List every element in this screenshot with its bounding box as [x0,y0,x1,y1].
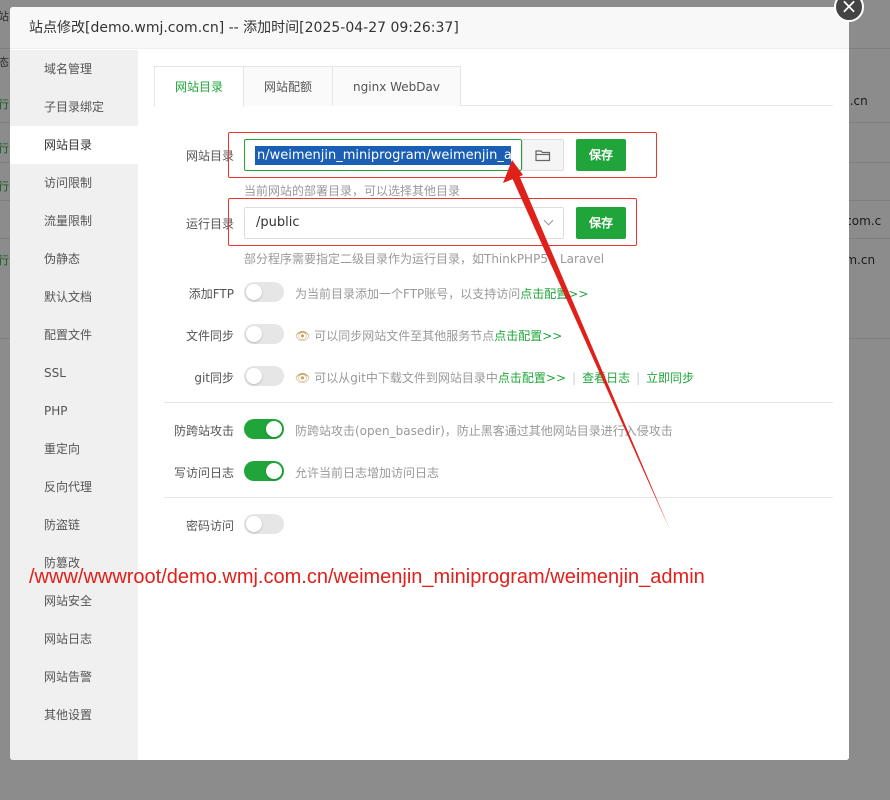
modal-content: 网站目录 网站配额 nginx WebDav 网站目录 n/weimenjin_… [138,50,849,760]
sidebar-item[interactable]: 子目录绑定 [10,88,138,126]
highlight-box-site-dir [228,132,657,178]
sidebar-item[interactable]: 重定向 [10,430,138,468]
site-dir-label: 网站目录 [185,149,234,163]
sidebar-item[interactable]: 域名管理 [10,50,138,88]
git-sync-config-link[interactable]: 点击配置>> [498,371,566,385]
git-sync-label: git同步 [194,371,234,385]
file-sync-label: 文件同步 [185,329,234,343]
run-dir-label: 运行目录 [185,217,234,231]
section-divider [164,402,833,403]
file-sync-config-link[interactable]: 点击配置>> [494,329,562,343]
sidebar-item[interactable]: 其他设置 [10,696,138,734]
access-log-toggle[interactable] [244,461,284,481]
anti-xss-description: 防跨站攻击(open_basedir)，防止黑客通过其他网站目录进行入侵攻击 [295,424,673,438]
highlight-box-run-dir [228,198,637,246]
sidebar-item[interactable]: 网站目录 [10,126,138,164]
sidebar-item[interactable]: PHP [10,392,138,430]
sidebar-item[interactable]: 默认文档 [10,278,138,316]
ftp-toggle[interactable] [244,282,284,302]
sidebar-item[interactable]: 反向代理 [10,468,138,506]
ftp-label: 添加FTP [188,287,234,301]
tab-site-quota[interactable]: 网站配额 [243,66,334,106]
run-dir-hint: 部分程序需要指定二级目录作为运行目录，如ThinkPHP5，Laravel [244,252,605,266]
modal-title: 站点修改[demo.wmj.com.cn] -- 添加时间[2025-04-27… [10,7,849,49]
ftp-config-link[interactable]: 点击配置>> [520,287,588,301]
sidebar-item[interactable]: 伪静态 [10,240,138,278]
password-access-label: 密码访问 [185,519,234,533]
site-edit-modal: 站点修改[demo.wmj.com.cn] -- 添加时间[2025-04-27… [10,7,849,760]
tab-nginx-webdav[interactable]: nginx WebDav [332,66,461,106]
ftp-description: 为当前目录添加一个FTP账号，以支持访问点击配置>> [295,285,588,302]
site-dir-hint: 当前网站的部署目录，可以选择其他目录 [244,184,461,198]
tab-bar: 网站目录 网站配额 nginx WebDav [154,66,833,107]
modal-sidebar: 域名管理 子目录绑定 网站目录 访问限制 流量限制 伪静态 默认文档 配置文件 SSL PHP 重定… [10,50,138,760]
tab-site-directory[interactable]: 网站目录 [154,66,245,107]
ftp-desc-text: 为当前目录添加一个FTP账号，以支持访问 [295,287,521,301]
sidebar-item[interactable]: 网站告警 [10,658,138,696]
git-sync-desc-text: 可以从git中下载文件到网站目录中 [314,371,498,385]
password-access-toggle[interactable] [244,514,284,534]
sidebar-item[interactable]: 流量限制 [10,202,138,240]
eye-icon: 👁 [295,329,311,343]
link-separator: | [572,371,577,385]
anti-xss-toggle[interactable] [244,419,284,439]
sidebar-item[interactable]: 配置文件 [10,316,138,354]
git-sync-toggle[interactable] [244,366,284,386]
eye-icon: 👁 [295,371,311,385]
view-log-link[interactable]: 查看日志 [582,371,630,385]
file-sync-toggle[interactable] [244,324,284,344]
file-sync-desc-text: 可以同步网站文件至其他服务节点 [314,329,495,343]
sync-now-link[interactable]: 立即同步 [646,371,694,385]
link-separator: | [636,371,641,385]
sidebar-item[interactable]: 访问限制 [10,164,138,202]
annotation-path-text: /www/wwwroot/demo.wmj.com.cn/weimenjin_m… [29,566,705,588]
sidebar-item[interactable]: SSL [10,354,138,392]
section-divider [164,497,833,498]
git-sync-description: 👁 可以从git中下载文件到网站目录中点击配置>> | 查看日志 | 立即同步 [295,369,694,386]
access-log-label: 写访问日志 [173,466,234,480]
anti-xss-label: 防跨站攻击 [173,424,234,438]
access-log-description: 允许当前日志增加访问日志 [295,466,440,480]
sidebar-item[interactable]: 防盗链 [10,506,138,544]
file-sync-description: 👁 可以同步网站文件至其他服务节点点击配置>> [295,327,562,344]
sidebar-item[interactable]: 网站日志 [10,620,138,658]
